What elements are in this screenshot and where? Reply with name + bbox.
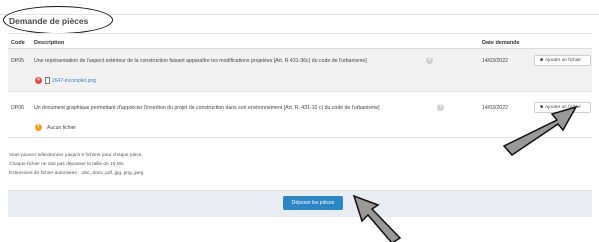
arrow-right [502,105,578,156]
arrow-bottom [352,194,402,242]
annotation-arrows [352,105,578,242]
